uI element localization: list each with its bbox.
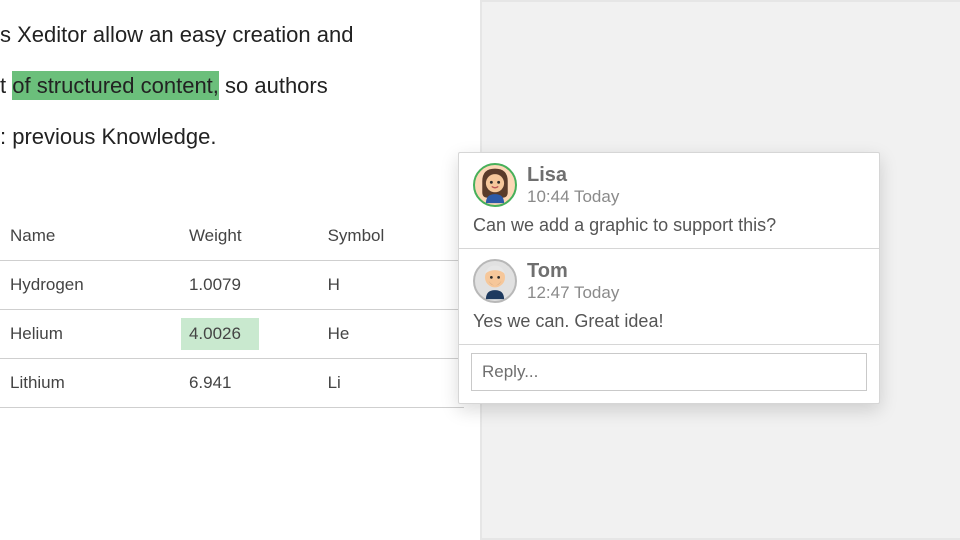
table-row[interactable]: Helium 4.0026 He [0,310,464,359]
text-line: : previous Knowledge. [0,122,464,153]
highlighted-text[interactable]: of structured content, [12,71,219,100]
cell-symbol[interactable]: H [318,261,464,310]
comment-timestamp: 10:44 Today [527,187,619,207]
col-header-symbol: Symbol [318,212,464,261]
comment-body: Can we add a graphic to support this? [473,215,865,236]
reply-input[interactable] [471,353,867,391]
document-pane: s Xeditor allow an easy creation and t o… [0,0,480,540]
col-header-name: Name [0,212,179,261]
comment-header: Tom 12:47 Today [473,259,865,303]
comment-meta: Lisa 10:44 Today [527,164,619,207]
cell-weight[interactable]: 6.941 [179,359,318,408]
highlighted-cell[interactable]: 4.0026 [181,318,259,350]
cell-name[interactable]: Hydrogen [0,261,179,310]
elements-table[interactable]: Name Weight Symbol Hydrogen 1.0079 H Hel… [0,212,464,408]
comment-author: Tom [527,260,619,283]
text-fragment: t [0,73,12,98]
cell-symbol[interactable]: Li [318,359,464,408]
table-row[interactable]: Lithium 6.941 Li [0,359,464,408]
cell-name[interactable]: Lithium [0,359,179,408]
comment-item[interactable]: Tom 12:47 Today Yes we can. Great idea! [459,249,879,345]
cell-symbol[interactable]: He [318,310,464,359]
paragraph[interactable]: s Xeditor allow an easy creation and t o… [0,20,464,152]
cell-name[interactable]: Helium [0,310,179,359]
avatar-lisa [473,163,517,207]
table-row[interactable]: Hydrogen 1.0079 H [0,261,464,310]
text-fragment: so authors [219,73,328,98]
text-line: t of structured content, so authors [0,71,464,102]
reply-area [459,345,879,403]
comment-thread-popover[interactable]: Lisa 10:44 Today Can we add a graphic to… [458,152,880,404]
text-line: s Xeditor allow an easy creation and [0,20,464,51]
table-header-row: Name Weight Symbol [0,212,464,261]
avatar-tom [473,259,517,303]
comment-timestamp: 12:47 Today [527,283,619,303]
comment-header: Lisa 10:44 Today [473,163,865,207]
cell-weight[interactable]: 1.0079 [179,261,318,310]
avatar-icon [475,261,515,301]
avatar-icon [475,165,515,205]
comment-item[interactable]: Lisa 10:44 Today Can we add a graphic to… [459,153,879,249]
cell-weight[interactable]: 4.0026 [179,310,318,359]
comment-body: Yes we can. Great idea! [473,311,865,332]
col-header-weight: Weight [179,212,318,261]
comment-author: Lisa [527,164,619,187]
comment-meta: Tom 12:47 Today [527,260,619,303]
